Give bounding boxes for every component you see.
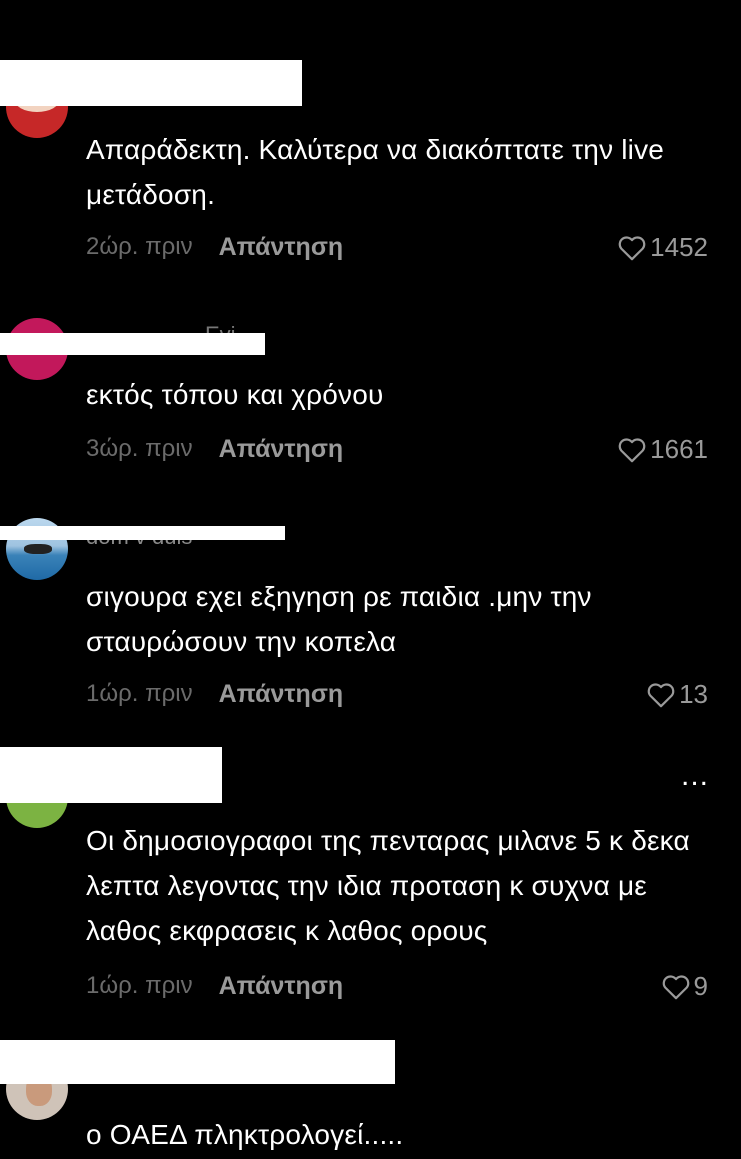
username-redaction — [0, 333, 265, 355]
timestamp: 1ώρ. πριν — [86, 972, 193, 999]
heart-outline-icon — [618, 235, 646, 260]
reply-button[interactable]: Απάντηση — [219, 680, 344, 709]
like-count: 1452 — [650, 231, 708, 262]
comment-text: ο ΟΑΕΔ πληκτρολογεί..... — [86, 1119, 404, 1150]
comment-text: Απαράδεκτη. Καλύτερα να διακόπτατε την l… — [86, 134, 665, 210]
username-redaction — [0, 747, 222, 803]
heart-outline-icon — [618, 437, 646, 462]
comment-meta: 1ώρ. πριν Απάντηση — [86, 969, 343, 1003]
username-redaction — [0, 1040, 395, 1084]
timestamp: 1ώρ. πριν — [86, 680, 193, 707]
like-button[interactable]: 13 — [646, 677, 708, 711]
more-options-button[interactable]: ... — [681, 761, 709, 791]
reply-button[interactable]: Απάντηση — [219, 972, 344, 1001]
comment-text: σιγουρα εχει εξηγηση ρε παιδια .μην την … — [86, 581, 592, 657]
like-count: 13 — [679, 678, 708, 709]
heart-outline-icon — [647, 682, 675, 707]
like-count: 9 — [693, 970, 708, 1001]
username-redaction — [0, 60, 302, 106]
comment-meta: 3ώρ. πριν Απάντηση — [86, 432, 343, 466]
like-button[interactable]: 9 — [661, 969, 708, 1003]
heart-outline-icon — [662, 974, 689, 999]
like-button[interactable]: 1452 — [617, 230, 708, 264]
comment-meta: 1ώρ. πριν Απάντηση — [86, 677, 343, 711]
reply-button[interactable]: Απάντηση — [219, 435, 344, 464]
comment-text: εκτός τόπου και χρόνου — [86, 379, 384, 410]
reply-button[interactable]: Απάντηση — [219, 233, 344, 262]
timestamp: 2ώρ. πριν — [86, 233, 193, 260]
timestamp: 3ώρ. πριν — [86, 435, 193, 462]
like-button[interactable]: 1661 — [617, 432, 708, 466]
comment-text: Οι δημοσιογραφοι της πενταρας μιλανε 5 κ… — [86, 825, 690, 946]
username-redaction — [0, 526, 285, 540]
like-count: 1661 — [650, 433, 708, 464]
comment-meta: 2ώρ. πριν Απάντηση — [86, 230, 343, 264]
